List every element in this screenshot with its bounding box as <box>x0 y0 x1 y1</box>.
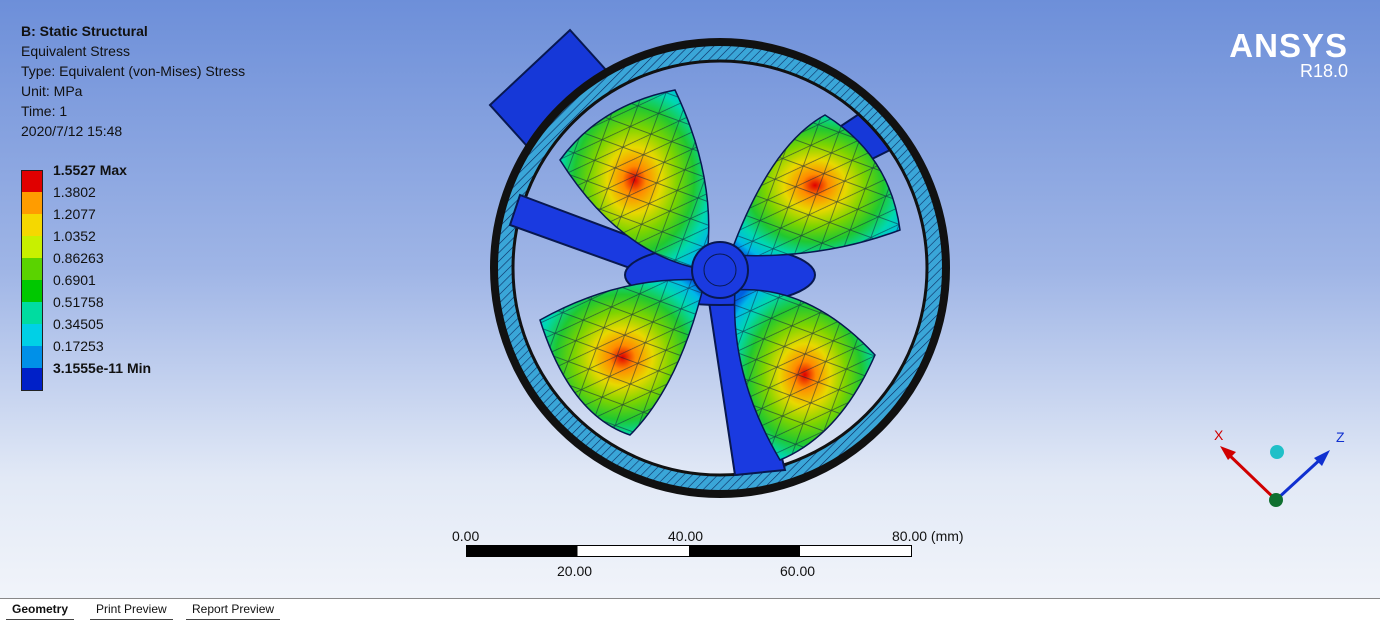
view-tabs: Geometry Print Preview Report Preview <box>0 598 1380 622</box>
tab-print-preview[interactable]: Print Preview <box>90 599 173 620</box>
result-date: 2020/7/12 15:48 <box>21 123 123 139</box>
fan-hub <box>691 241 749 299</box>
scale-bar: 0.00 40.00 80.00 (mm) 20.00 60.00 <box>430 525 990 585</box>
legend-swatch <box>21 170 43 193</box>
result-type: Type: Equivalent (von-Mises) Stress <box>21 63 246 79</box>
result-name: Equivalent Stress <box>21 43 130 59</box>
result-info: B: Static Structural Equivalent Stress T… <box>21 21 245 141</box>
tab-geometry[interactable]: Geometry <box>6 599 75 620</box>
scale-bar-graphic <box>466 545 912 557</box>
analysis-title: B: Static Structural <box>21 23 148 39</box>
legend-label[interactable]: 1.0352 <box>53 228 96 244</box>
triad-x-label: X <box>1214 427 1224 443</box>
result-unit: Unit: MPa <box>21 83 83 99</box>
legend-label[interactable]: 0.6901 <box>53 272 96 288</box>
logo-version: R18.0 <box>1299 61 1348 81</box>
legend-swatch <box>21 302 43 324</box>
scale-label-0: 0.00 <box>452 528 480 544</box>
legend-label[interactable]: 3.1555e-11 Min <box>53 360 151 376</box>
logo-name: ANSYS <box>1229 27 1348 64</box>
legend-label[interactable]: 0.17253 <box>53 338 104 354</box>
legend-label[interactable]: 1.5527 Max <box>53 162 127 178</box>
legend-swatch <box>21 192 43 214</box>
legend-label[interactable]: 0.51758 <box>53 294 104 310</box>
legend-label[interactable]: 0.34505 <box>53 316 104 332</box>
scale-label-80: 80.00 (mm) <box>892 528 964 544</box>
legend-swatch <box>21 368 43 391</box>
fan-stress-contour-model[interactable] <box>480 25 960 505</box>
tab-report-preview[interactable]: Report Preview <box>186 599 281 620</box>
scale-label-20: 20.00 <box>557 563 593 579</box>
legend-swatch <box>21 280 43 302</box>
scale-label-40: 40.00 <box>668 528 704 544</box>
orientation-triad[interactable]: X Z <box>1200 420 1360 520</box>
legend-label[interactable]: 1.3802 <box>53 184 96 200</box>
graphics-viewport[interactable]: B: Static Structural Equivalent Stress T… <box>0 0 1380 598</box>
legend-swatch <box>21 214 43 236</box>
legend-swatch <box>21 346 43 368</box>
legend-label[interactable]: 0.86263 <box>53 250 104 266</box>
legend-label[interactable]: 1.2077 <box>53 206 96 222</box>
legend-swatch <box>21 236 43 258</box>
legend-swatch <box>21 324 43 346</box>
result-time: Time: 1 <box>21 103 68 119</box>
scale-label-60: 60.00 <box>780 563 816 579</box>
legend-swatch <box>21 258 43 280</box>
ansys-logo: ANSYS R18.0 <box>1229 27 1348 81</box>
triad-z-label: Z <box>1336 429 1345 445</box>
